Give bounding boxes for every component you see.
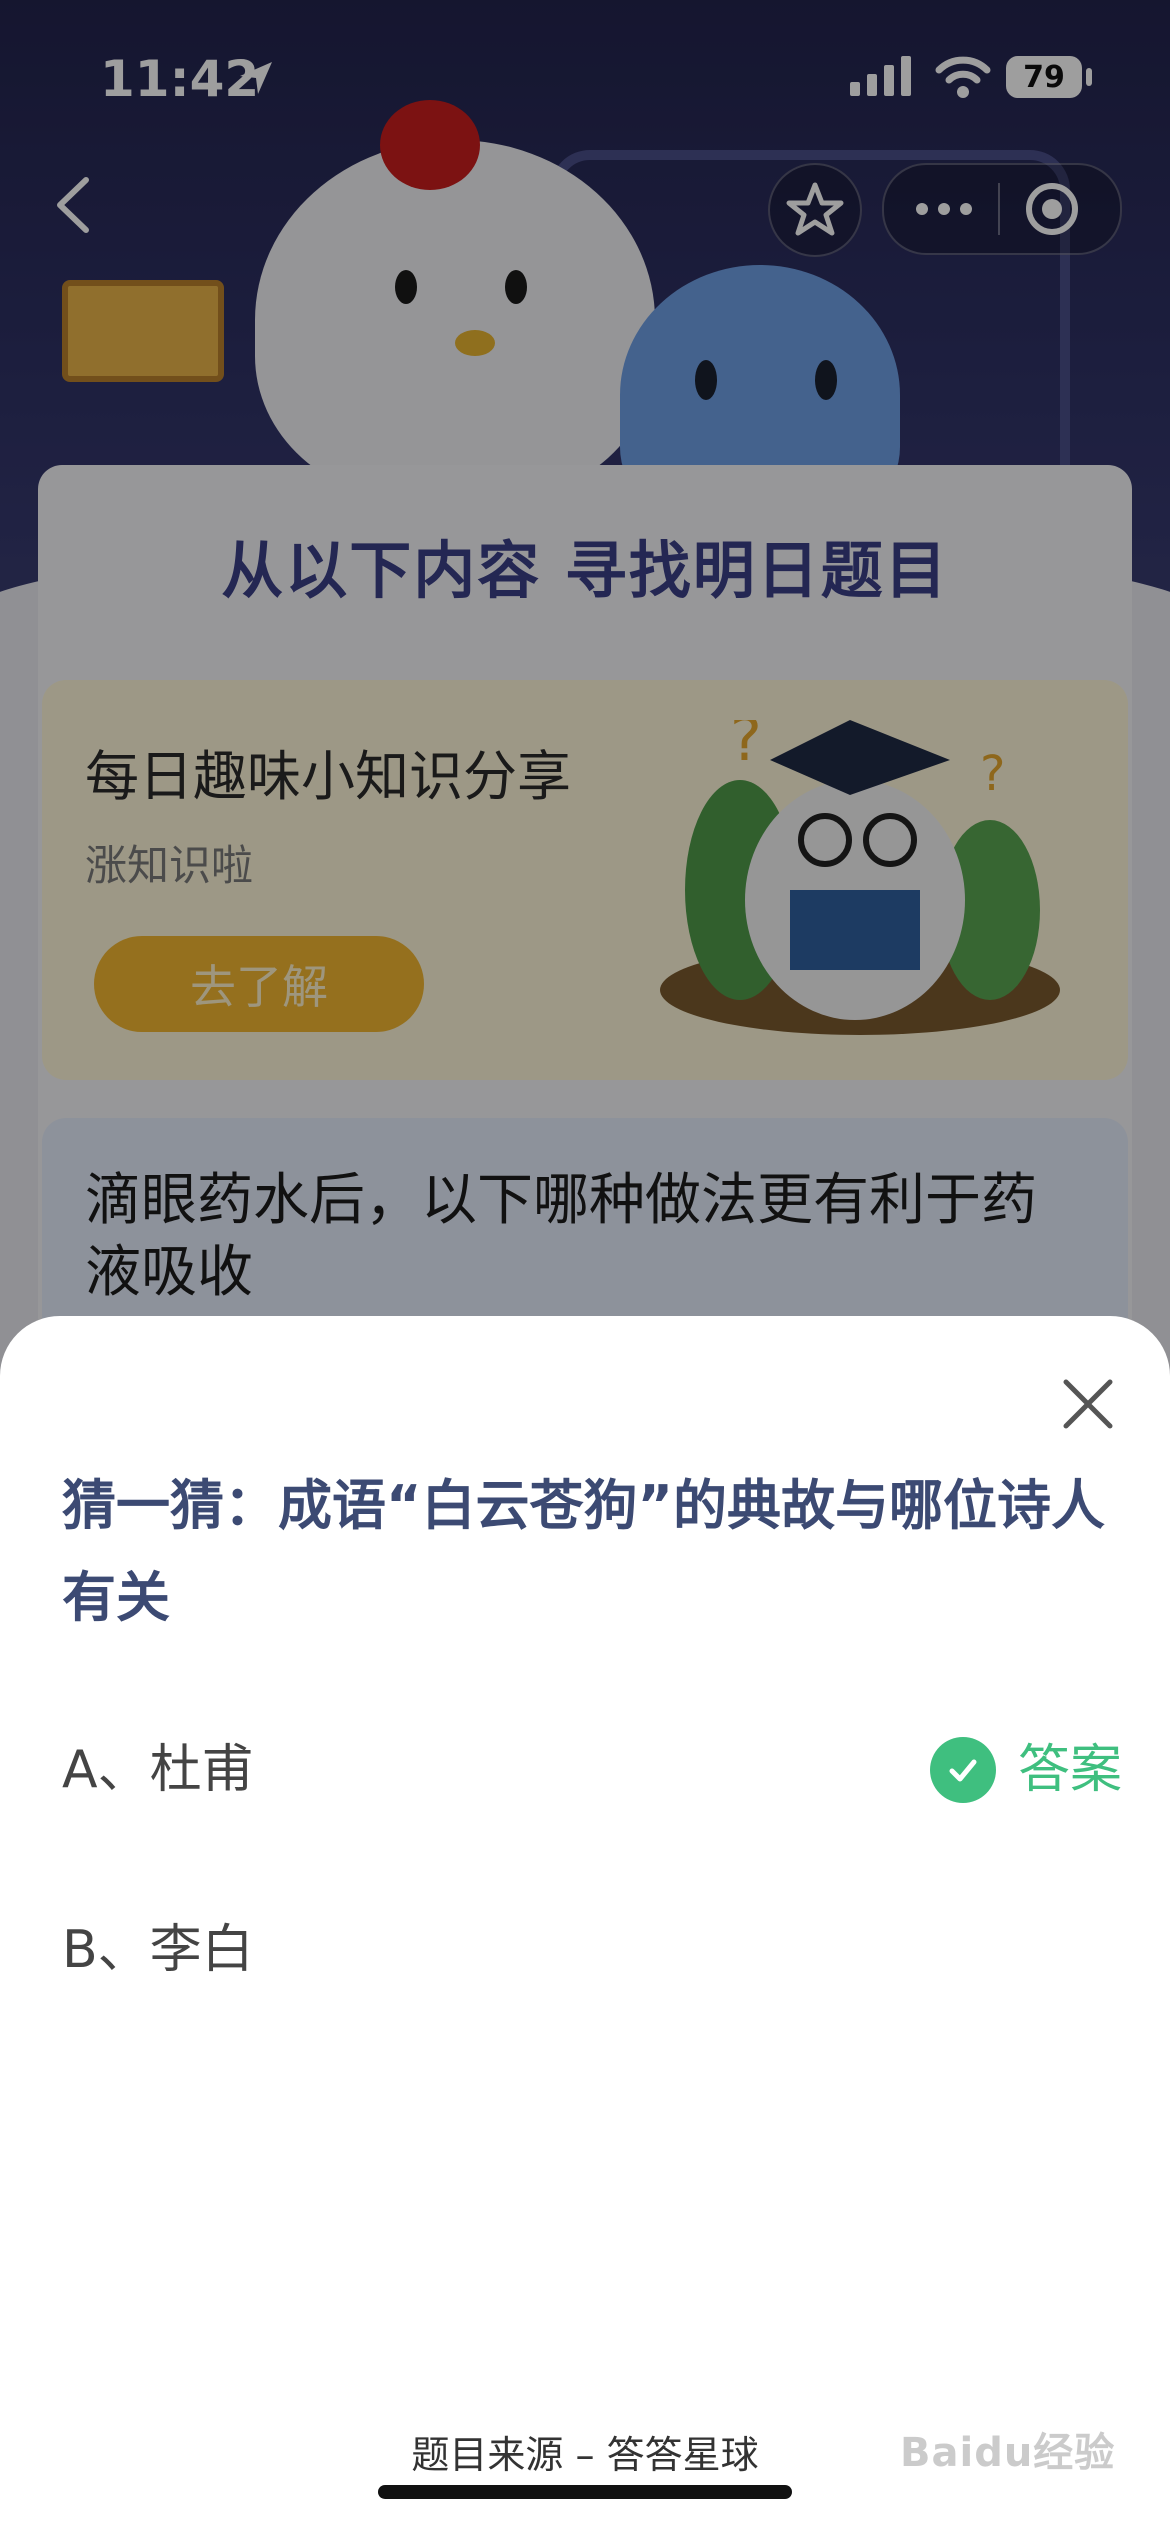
option-b-label: B、李白: [62, 1920, 254, 1980]
answer-tag: 答案: [929, 1710, 1122, 1830]
option-b[interactable]: B、李白: [62, 1890, 1122, 2010]
option-a[interactable]: A、杜甫 答案: [62, 1710, 1122, 1830]
answer-label: 答案: [1017, 1740, 1122, 1800]
quiz-question: 猜一猜：成语“白云苍狗”的典故与哪位诗人有关: [62, 1474, 1105, 1629]
option-a-label: A、杜甫: [62, 1740, 254, 1800]
home-indicator: [378, 2485, 792, 2499]
check-icon: [929, 1737, 996, 1803]
baidu-watermark: Baidu经验: [900, 2430, 1116, 2476]
close-icon[interactable]: [1052, 1368, 1124, 1440]
